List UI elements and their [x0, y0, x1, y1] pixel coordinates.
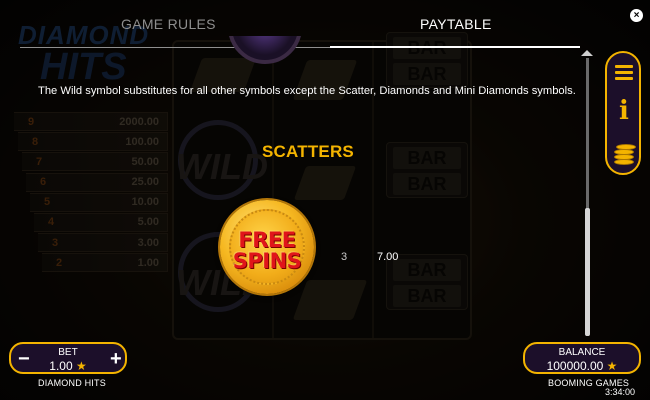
info-icon[interactable]: i — [616, 97, 632, 125]
payout-value: 7.00 — [377, 251, 399, 263]
balance-label: BALANCE — [558, 347, 606, 358]
wild-symbol-icon — [228, 36, 302, 64]
scrollbar-thumb[interactable] — [585, 208, 590, 336]
star-icon: ★ — [606, 359, 618, 373]
wild-description: The Wild symbol substitutes for all othe… — [38, 85, 576, 97]
tab-game-rules[interactable]: GAME RULES — [121, 16, 216, 32]
scatter-label-line2: SPINS — [232, 249, 302, 273]
scroll-up-arrow-icon[interactable] — [581, 50, 593, 56]
dim-overlay — [0, 0, 650, 400]
payout-count: 3 — [341, 251, 348, 263]
balance-display: BALANCE 100000.00 ★ — [523, 342, 641, 374]
balance-value: 100000.00 ★ — [546, 359, 618, 373]
close-icon[interactable]: × — [630, 9, 643, 22]
star-icon: ★ — [75, 359, 87, 373]
bet-increase-button[interactable]: + — [110, 347, 122, 371]
hamburger-menu-icon[interactable] — [615, 65, 633, 83]
bet-label: BET — [58, 347, 78, 358]
bet-control: − BET 1.00 ★ + — [9, 342, 127, 374]
coin-stack-icon[interactable] — [614, 139, 636, 167]
side-menu: i — [605, 51, 641, 175]
game-name: DIAMOND HITS — [38, 378, 106, 388]
clock: 3:34:00 — [605, 387, 636, 397]
free-spins-scatter-icon: FREE SPINS — [220, 200, 314, 294]
bet-value: 1.00 ★ — [49, 359, 87, 373]
tab-paytable[interactable]: PAYTABLE — [420, 16, 492, 32]
info-tabs: GAME RULES PAYTABLE — [0, 0, 650, 48]
active-tab-indicator — [330, 46, 580, 48]
section-heading-scatters: SCATTERS — [262, 142, 354, 161]
